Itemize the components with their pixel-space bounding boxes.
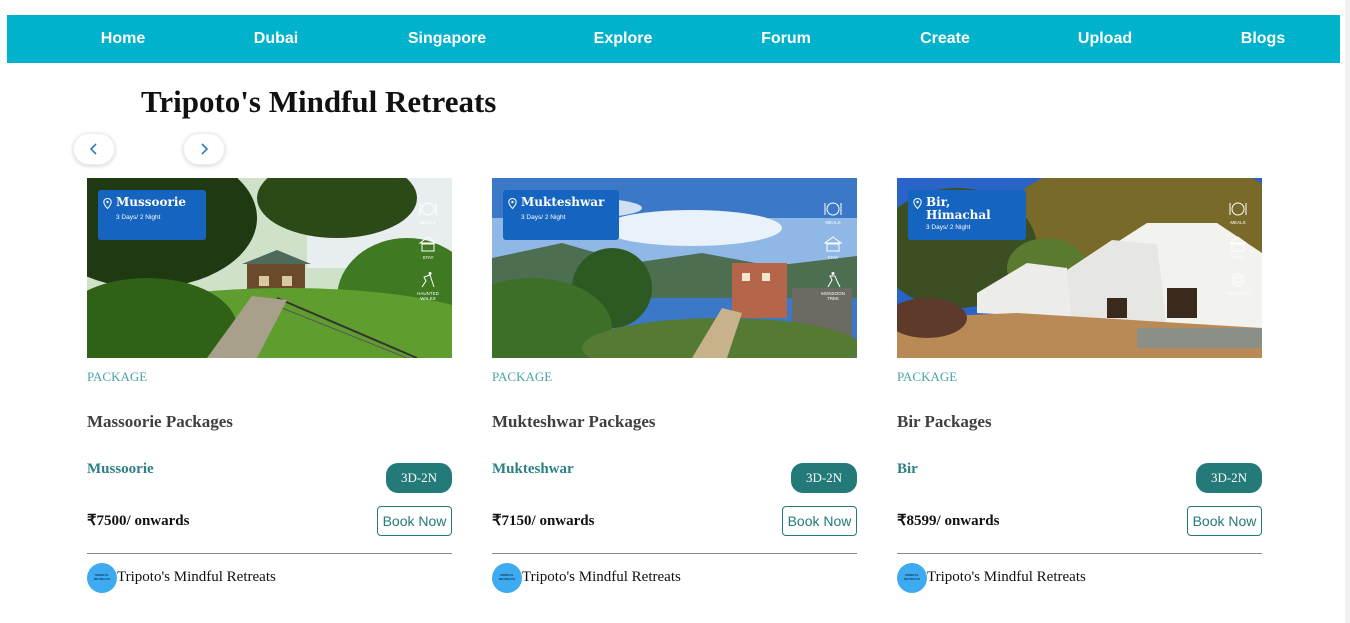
amenity-activity: MONSOON TREK	[819, 271, 847, 301]
author-avatar[interactable]: MINDFUL RETREATS	[492, 563, 522, 593]
author-avatar[interactable]: MINDFUL RETREATS	[87, 563, 117, 593]
amenity-stay: STAY	[414, 235, 442, 260]
package-card[interactable]: Mukteshwar 3 Days/ 2 Night MEALS STAY MO…	[492, 178, 857, 598]
package-tag: PACKAGE	[492, 369, 553, 384]
author-avatar[interactable]: MINDFUL RETREATS	[897, 563, 927, 593]
amenity-meals: MEALS	[819, 200, 847, 225]
package-image[interactable]: Bir, Himachal 3 Days/ 2 Night MEALS STAY…	[897, 178, 1262, 358]
amenity-label: HAUNTED WALKS	[417, 291, 439, 301]
map-pin-icon	[913, 198, 922, 209]
amenity-label: MEALS	[1230, 220, 1246, 225]
haunted-walk-icon	[421, 272, 435, 288]
amenity-activity: TOY TRAIN	[1224, 271, 1252, 296]
amenity-label: STAY	[827, 255, 839, 260]
badge-days: 3 Days/ 2 Night	[116, 214, 161, 221]
badge-location-name: Mussoorie	[116, 195, 187, 209]
author-logo-text: MINDFUL RETREATS	[94, 573, 110, 581]
nav-dubai[interactable]: Dubai	[254, 15, 298, 63]
trek-icon	[827, 272, 841, 288]
package-tag: PACKAGE	[897, 369, 958, 384]
amenity-stay: STAY	[1224, 235, 1252, 260]
amenity-meals: MEALS	[414, 200, 442, 225]
chevron-left-icon	[89, 143, 97, 155]
duration-badge: 3D-2N	[1196, 463, 1262, 493]
duration-badge: 3D-2N	[386, 463, 452, 493]
package-title[interactable]: Mukteshwar Packages	[492, 412, 656, 432]
page-scrollbar[interactable]	[1345, 0, 1350, 623]
author-logo-text: MINDFUL RETREATS	[904, 573, 920, 581]
package-title[interactable]: Bir Packages	[897, 412, 992, 432]
badge-days: 3 Days/ 2 Night	[926, 224, 971, 231]
package-image[interactable]: Mussoorie 3 Days/ 2 Night MEALS STAY HAU…	[87, 178, 452, 358]
amenity-label: MEALS	[825, 220, 841, 225]
amenity-label: TOY TRAIN	[1226, 291, 1250, 296]
top-navbar: Home Dubai Singapore Explore Forum Creat…	[7, 15, 1340, 63]
nav-singapore[interactable]: Singapore	[408, 15, 486, 63]
meals-icon	[824, 202, 842, 216]
card-divider	[492, 553, 857, 554]
book-now-button[interactable]: Book Now	[1187, 506, 1262, 536]
book-now-button[interactable]: Book Now	[782, 506, 857, 536]
amenity-label: STAY	[1232, 255, 1244, 260]
amenity-activity: HAUNTED WALKS	[414, 271, 442, 301]
toy-train-icon	[1231, 273, 1245, 287]
nav-forum[interactable]: Forum	[761, 15, 811, 63]
book-now-button[interactable]: Book Now	[377, 506, 452, 536]
card-divider	[897, 553, 1262, 554]
package-destination: Mussoorie	[87, 461, 154, 477]
package-title[interactable]: Massoorie Packages	[87, 412, 233, 432]
location-badge: Mukteshwar 3 Days/ 2 Night	[503, 190, 619, 240]
nav-explore[interactable]: Explore	[594, 15, 653, 63]
package-price: ₹7150/ onwards	[492, 513, 595, 529]
package-tag: PACKAGE	[87, 369, 148, 384]
duration-badge: 3D-2N	[791, 463, 857, 493]
card-divider	[87, 553, 452, 554]
amenity-label: STAY	[422, 255, 434, 260]
package-card[interactable]: Bir, Himachal 3 Days/ 2 Night MEALS STAY…	[897, 178, 1262, 598]
package-price: ₹8599/ onwards	[897, 513, 1000, 529]
badge-location-name: Bir, Himachal	[926, 195, 991, 222]
amenity-stay: STAY	[819, 235, 847, 260]
map-pin-icon	[103, 198, 112, 209]
page-title: Tripoto's Mindful Retreats	[141, 84, 497, 119]
package-destination: Bir	[897, 461, 918, 477]
nav-blogs[interactable]: Blogs	[1241, 15, 1285, 63]
author-name[interactable]: Tripoto's Mindful Retreats	[927, 569, 1086, 586]
location-badge: Mussoorie 3 Days/ 2 Night	[98, 190, 206, 240]
stay-icon	[823, 236, 843, 252]
amenity-meals: MEALS	[1224, 200, 1252, 225]
nav-create[interactable]: Create	[920, 15, 970, 63]
badge-days: 3 Days/ 2 Night	[521, 214, 566, 221]
package-image[interactable]: Mukteshwar 3 Days/ 2 Night MEALS STAY MO…	[492, 178, 857, 358]
package-price: ₹7500/ onwards	[87, 513, 190, 529]
package-card[interactable]: Mussoorie 3 Days/ 2 Night MEALS STAY HAU…	[87, 178, 452, 598]
stay-icon	[1228, 236, 1248, 252]
amenity-label: MONSOON TREK	[821, 291, 845, 301]
nav-home[interactable]: Home	[101, 15, 145, 63]
nav-upload[interactable]: Upload	[1078, 15, 1132, 63]
author-name[interactable]: Tripoto's Mindful Retreats	[522, 569, 681, 586]
map-pin-icon	[508, 198, 517, 209]
badge-location-name: Mukteshwar	[521, 195, 605, 209]
carousel-prev-button[interactable]	[73, 133, 115, 165]
author-name[interactable]: Tripoto's Mindful Retreats	[117, 569, 276, 586]
stay-icon	[418, 236, 438, 252]
meals-icon	[1229, 202, 1247, 216]
chevron-right-icon	[201, 143, 209, 155]
carousel-next-button[interactable]	[183, 133, 225, 165]
meals-icon	[419, 202, 437, 216]
package-destination: Mukteshwar	[492, 461, 574, 477]
location-badge: Bir, Himachal 3 Days/ 2 Night	[908, 190, 1026, 240]
author-logo-text: MINDFUL RETREATS	[499, 573, 515, 581]
amenity-label: MEALS	[420, 220, 436, 225]
